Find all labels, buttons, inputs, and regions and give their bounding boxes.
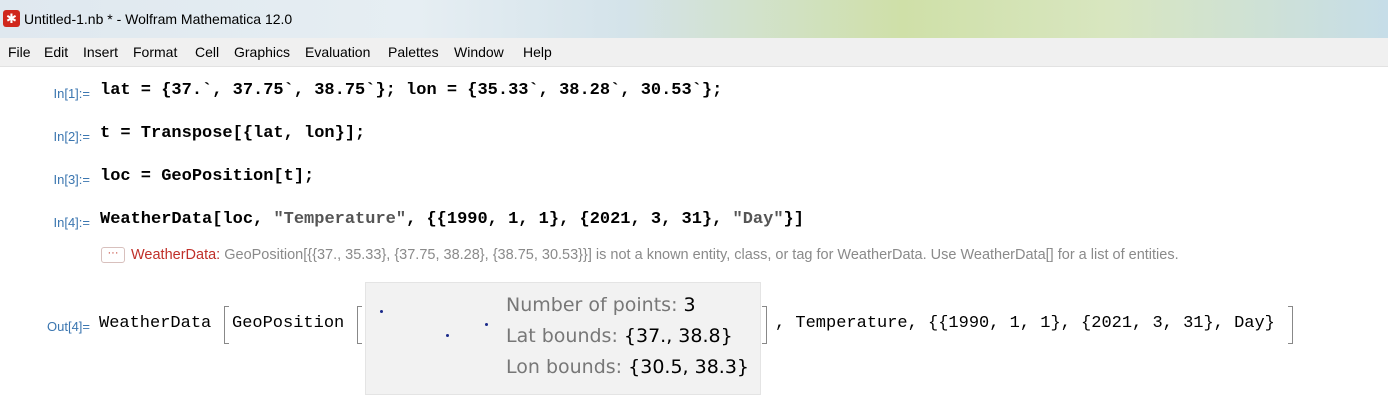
title-bar: ✱ Untitled-1.nb * - Wolfram Mathematica … <box>0 0 1388 38</box>
menu-graphics[interactable]: Graphics <box>234 44 290 60</box>
geoposition-summary-box[interactable]: Number of points: 3 Lat bounds: {37., 38… <box>365 282 761 395</box>
error-message: ··· WeatherData: GeoPosition[{{37., 35.33… <box>101 247 1179 264</box>
code-part: WeatherData[loc, <box>100 210 274 229</box>
lat-value: {37., 38.8} <box>623 325 733 347</box>
location-point <box>446 334 449 337</box>
menu-edit[interactable]: Edit <box>44 44 68 60</box>
menu-window[interactable]: Window <box>454 44 504 60</box>
summary-lon: Lon bounds: {30.5, 38.3} <box>506 356 749 378</box>
menu-insert[interactable]: Insert <box>83 44 118 60</box>
input-label-3: In[3]:= <box>53 172 91 187</box>
menu-cell[interactable]: Cell <box>195 44 219 60</box>
code-part: }] <box>783 210 804 229</box>
menu-palettes[interactable]: Palettes <box>388 44 439 60</box>
menu-format[interactable]: Format <box>133 44 177 60</box>
menu-bar: File Edit Insert Format Cell Graphics Ev… <box>0 38 1388 67</box>
output-rest: , Temperature, {{1990, 1, 1}, {2021, 3, … <box>775 314 1275 333</box>
menu-evaluation[interactable]: Evaluation <box>305 44 370 60</box>
code-string: "Temperature" <box>273 210 407 229</box>
output-label-4: Out[4]= <box>47 319 90 334</box>
mathematica-icon[interactable]: ✱ <box>3 10 20 27</box>
lon-value: {30.5, 38.3} <box>628 356 750 378</box>
summary-lat: Lat bounds: {37., 38.8} <box>506 325 733 347</box>
input-label-1: In[1]:= <box>53 86 91 101</box>
menu-file[interactable]: File <box>8 44 31 60</box>
input-cell-4[interactable]: WeatherData[loc, "Temperature", {{1990, … <box>100 210 804 229</box>
input-cell-2[interactable]: t = Transpose[{lat, lon}]; <box>100 124 365 143</box>
geo-bracket-open <box>357 306 362 344</box>
code-string: "Day" <box>732 210 784 229</box>
menu-help[interactable]: Help <box>523 44 552 60</box>
points-value: 3 <box>683 294 696 316</box>
output-bracket-close <box>1288 306 1293 344</box>
lon-label: Lon bounds: <box>506 356 629 378</box>
input-cell-3[interactable]: loc = GeoPosition[t]; <box>100 167 314 186</box>
location-point <box>380 310 383 313</box>
code-part: , {{1990, 1, 1}, {2021, 3, 31}, <box>406 210 733 229</box>
output-geoposition: GeoPosition <box>232 314 345 333</box>
summary-points: Number of points: 3 <box>506 294 696 316</box>
location-point <box>485 323 488 326</box>
lat-label: Lat bounds: <box>506 325 624 347</box>
geo-bracket-close <box>762 306 767 344</box>
message-options-button[interactable]: ··· <box>101 247 125 264</box>
message-text: GeoPosition[{{37., 35.33}, {37.75, 38.28… <box>220 247 1179 263</box>
output-head: WeatherData <box>99 314 212 333</box>
input-cell-1[interactable]: lat = {37.`, 37.75`, 38.75`}; lon = {35.… <box>100 81 722 100</box>
window-title: Untitled-1.nb * - Wolfram Mathematica 12… <box>24 11 293 27</box>
input-label-4: In[4]:= <box>53 215 91 230</box>
message-symbol: WeatherData: <box>131 247 221 263</box>
output-bracket-open <box>224 306 229 344</box>
points-label: Number of points: <box>506 294 684 316</box>
input-label-2: In[2]:= <box>53 129 91 144</box>
